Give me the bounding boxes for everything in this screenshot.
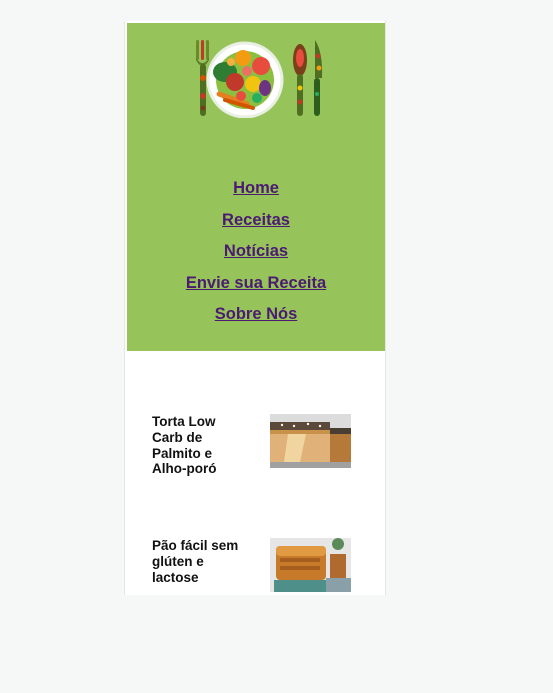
recipe-title[interactable]: Torta Low Carb de Palmito e Alho-poró xyxy=(152,414,247,477)
nav-sobre-nos-link[interactable]: Sobre Nós xyxy=(127,299,385,331)
mobile-page: Home Receitas Notícias Envie sua Receita… xyxy=(124,21,386,595)
recipe-thumbnail[interactable] xyxy=(270,538,351,592)
nav-envie-receita-link[interactable]: Envie sua Receita xyxy=(127,268,385,300)
knife-icon xyxy=(314,40,323,116)
spoon-icon xyxy=(293,44,307,116)
nav-noticias-link[interactable]: Notícias xyxy=(127,236,385,268)
vegetable-plate-icon xyxy=(206,41,284,118)
recipe-thumbnail[interactable] xyxy=(270,414,351,468)
nav-receitas-link[interactable]: Receitas xyxy=(127,205,385,237)
site-header: Home Receitas Notícias Envie sua Receita… xyxy=(127,23,385,351)
nav-home-link[interactable]: Home xyxy=(127,173,385,205)
site-logo[interactable] xyxy=(195,38,325,118)
main-nav: Home Receitas Notícias Envie sua Receita… xyxy=(127,173,385,331)
recipe-title[interactable]: Pão fácil sem glúten e lactose xyxy=(152,538,247,585)
